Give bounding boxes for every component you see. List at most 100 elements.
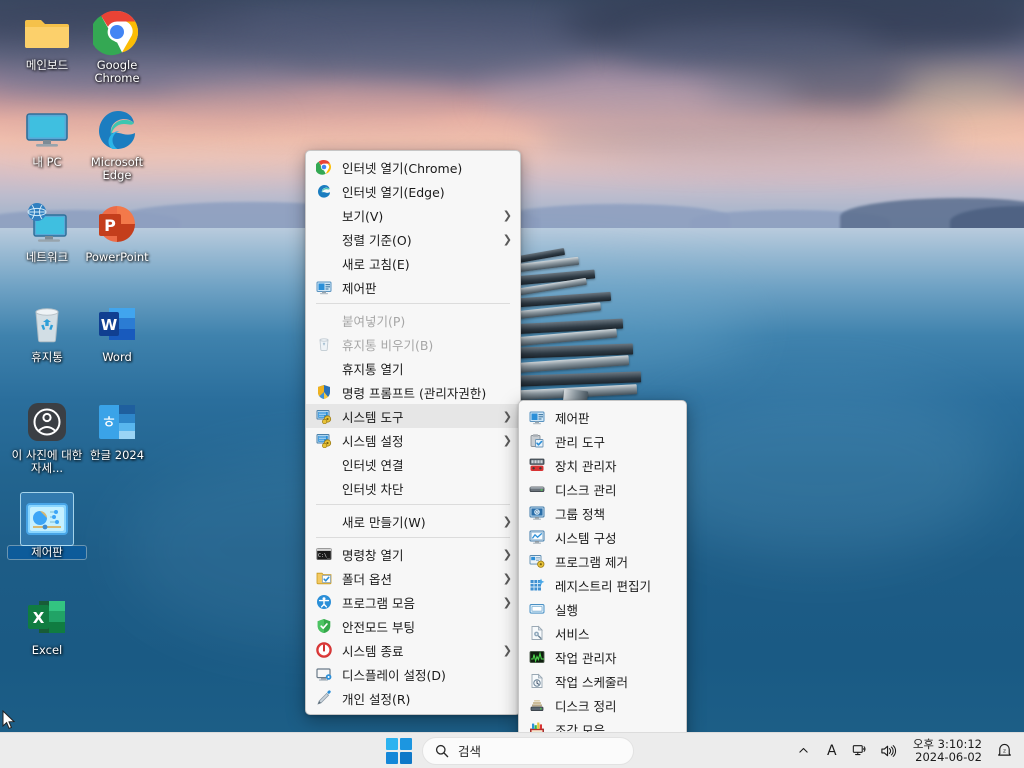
submenu-item[interactable]: 프로그램 제거 [519,549,686,573]
menu-item[interactable]: 제어판 [306,275,520,299]
menu-item-label: 정렬 기준(O) [342,232,412,248]
menu-item[interactable]: 시스템 도구 ❯ [306,404,520,428]
desktop-icon-word[interactable]: W Word [78,300,156,364]
recycle-bin-icon [23,300,71,348]
mouse-cursor [2,710,16,730]
menu-item[interactable]: C:\_ 명령창 열기 ❯ [306,542,520,566]
menu-item[interactable]: 안전모드 부팅 [306,614,520,638]
menu-item[interactable]: 정렬 기준(O) ❯ [306,227,520,251]
submenu-item-label: 프로그램 제거 [555,554,628,570]
desktop-icon-network[interactable]: 네트워크 [8,200,86,264]
menu-item[interactable]: 새로 만들기(W) ❯ [306,509,520,533]
desktop-icon-recycle-bin[interactable]: 휴지통 [8,300,86,364]
chevron-right-icon: ❯ [502,595,512,609]
uninstall-programs-icon [529,553,545,569]
submenu-item[interactable]: 실행 [519,597,686,621]
network-tray-icon[interactable] [847,736,873,766]
disk-cleanup-icon [529,697,545,713]
volume-icon[interactable] [875,736,902,766]
svg-text:P: P [104,216,116,235]
submenu-item[interactable]: 제어판 [519,405,686,429]
desktop-context-menu[interactable]: 인터넷 열기(Chrome) 인터넷 열기(Edge) 보기(V) ❯ 정렬 기준(O… [305,150,521,715]
menu-item[interactable]: 시스템 설정 ❯ [306,428,520,452]
desktop[interactable]: 메인보드 Google Chrome 내 PC Microsoft Edge 네… [0,0,1024,768]
submenu-item[interactable]: 관리 도구 [519,429,686,453]
menu-item[interactable]: 인터넷 연결 [306,452,520,476]
submenu-item[interactable]: 서비스 [519,621,686,645]
menu-item[interactable]: 개인 설정(R) [306,686,520,710]
desktop-icon-control-panel[interactable]: 제어판 [7,492,87,560]
submenu-item-label: 레지스트리 편집기 [555,578,651,594]
no-icon [316,360,332,376]
disk-management-icon [529,481,545,497]
menu-item[interactable]: 시스템 종료 ❯ [306,638,520,662]
menu-item-label: 시스템 설정 [342,433,404,449]
submenu-item[interactable]: 디스크 관리 [519,477,686,501]
desktop-icon-powerpoint[interactable]: P PowerPoint [78,200,156,264]
menu-item[interactable]: 보기(V) ❯ [306,203,520,227]
submenu-item-label: 디스크 정리 [555,698,617,714]
network-icon [23,200,71,248]
chrome-icon [315,159,332,175]
chevron-up-icon[interactable] [791,736,817,766]
menu-item[interactable]: 폴더 옵션 ❯ [306,566,520,590]
photo-info-icon [23,398,71,446]
submenu-item[interactable]: 시스템 구성 [519,525,686,549]
desktop-icon-edge[interactable]: Microsoft Edge [78,105,156,182]
task-manager-icon [529,649,545,665]
search-icon [435,744,449,757]
menu-item-label: 새로 만들기(W) [342,514,426,530]
submenu-item[interactable]: 작업 스케줄러 [519,669,686,693]
submenu-item[interactable]: 장치 관리자 [519,453,686,477]
menu-item-label: 시스템 종료 [342,643,404,659]
desktop-icon-photo-info[interactable]: 이 사진에 대한 자세... [8,398,86,475]
safe-mode-icon [316,618,332,634]
no-icon [316,480,332,496]
start-icon[interactable] [386,737,412,764]
submenu-item[interactable]: 레지스트리 편집기 [519,573,686,597]
msconfig-icon [529,529,545,545]
regedit-icon [529,577,545,593]
menu-item[interactable]: 휴지통 열기 [306,356,520,380]
clock-time: 오후 3:10:12 [912,736,982,751]
edge-icon [316,183,332,199]
desktop-icon-my-pc[interactable]: 내 PC [8,105,86,169]
menu-item-label: 안전모드 부팅 [342,619,415,635]
submenu-item[interactable]: 디스크 정리 [519,693,686,717]
desktop-icon-chrome[interactable]: Google Chrome [78,8,156,85]
search-input[interactable]: 검색 [422,736,634,765]
system-tools-icon [316,408,332,425]
menu-item-label: 인터넷 열기(Edge) [342,184,445,200]
submenu-item[interactable]: 작업 관리자 [519,645,686,669]
menu-item[interactable]: 디스플레이 설정(D) [306,662,520,686]
desktop-icon-label: 한글 2024 [89,448,145,462]
chevron-right-icon: ❯ [502,643,512,657]
menu-separator [316,504,510,505]
notification-bell-icon[interactable]: z [991,736,1018,766]
chevron-right-icon: ❯ [502,232,512,246]
ime-indicator[interactable]: A [819,736,845,766]
menu-item[interactable]: 명령 프롬프트 (관리자권한) [306,380,520,404]
menu-item-label: 명령창 열기 [342,547,404,563]
submenu-item[interactable]: G 그룹 정책 [519,501,686,525]
desktop-icon-label: PowerPoint [85,250,149,264]
taskbar[interactable]: 검색 A 오후 3:10:12 2024-06-02 z [0,732,1024,768]
desktop-icon-excel[interactable]: X Excel [8,593,86,657]
clock[interactable]: 오후 3:10:12 2024-06-02 [904,736,989,766]
menu-item[interactable]: 인터넷 차단 [306,476,520,500]
menu-item[interactable]: 프로그램 모음 ❯ [306,590,520,614]
no-icon [316,456,332,472]
menu-separator [316,303,510,304]
menu-item[interactable]: 새로 고침(E) [306,251,520,275]
desktop-icon-folder[interactable]: 메인보드 [8,8,86,72]
chevron-right-icon: ❯ [502,409,512,423]
desktop-icon-hangul[interactable]: ㅎ 한글 2024 [78,398,156,462]
submenu-item-label: 시스템 구성 [555,530,617,546]
submenu-item-label: 그룹 정책 [555,506,605,522]
menu-item[interactable]: 인터넷 열기(Chrome) [306,155,520,179]
menu-item-label: 디스플레이 설정(D) [342,667,446,683]
menu-item-label: 시스템 도구 [342,409,404,425]
submenu-item-label: 작업 스케줄러 [555,674,628,690]
menu-item[interactable]: 인터넷 열기(Edge) [306,179,520,203]
system-tools-submenu[interactable]: 제어판 관리 도구 장치 관리자 디스크 관리 G 그룹 정책 시스템 구성 프… [518,400,687,746]
